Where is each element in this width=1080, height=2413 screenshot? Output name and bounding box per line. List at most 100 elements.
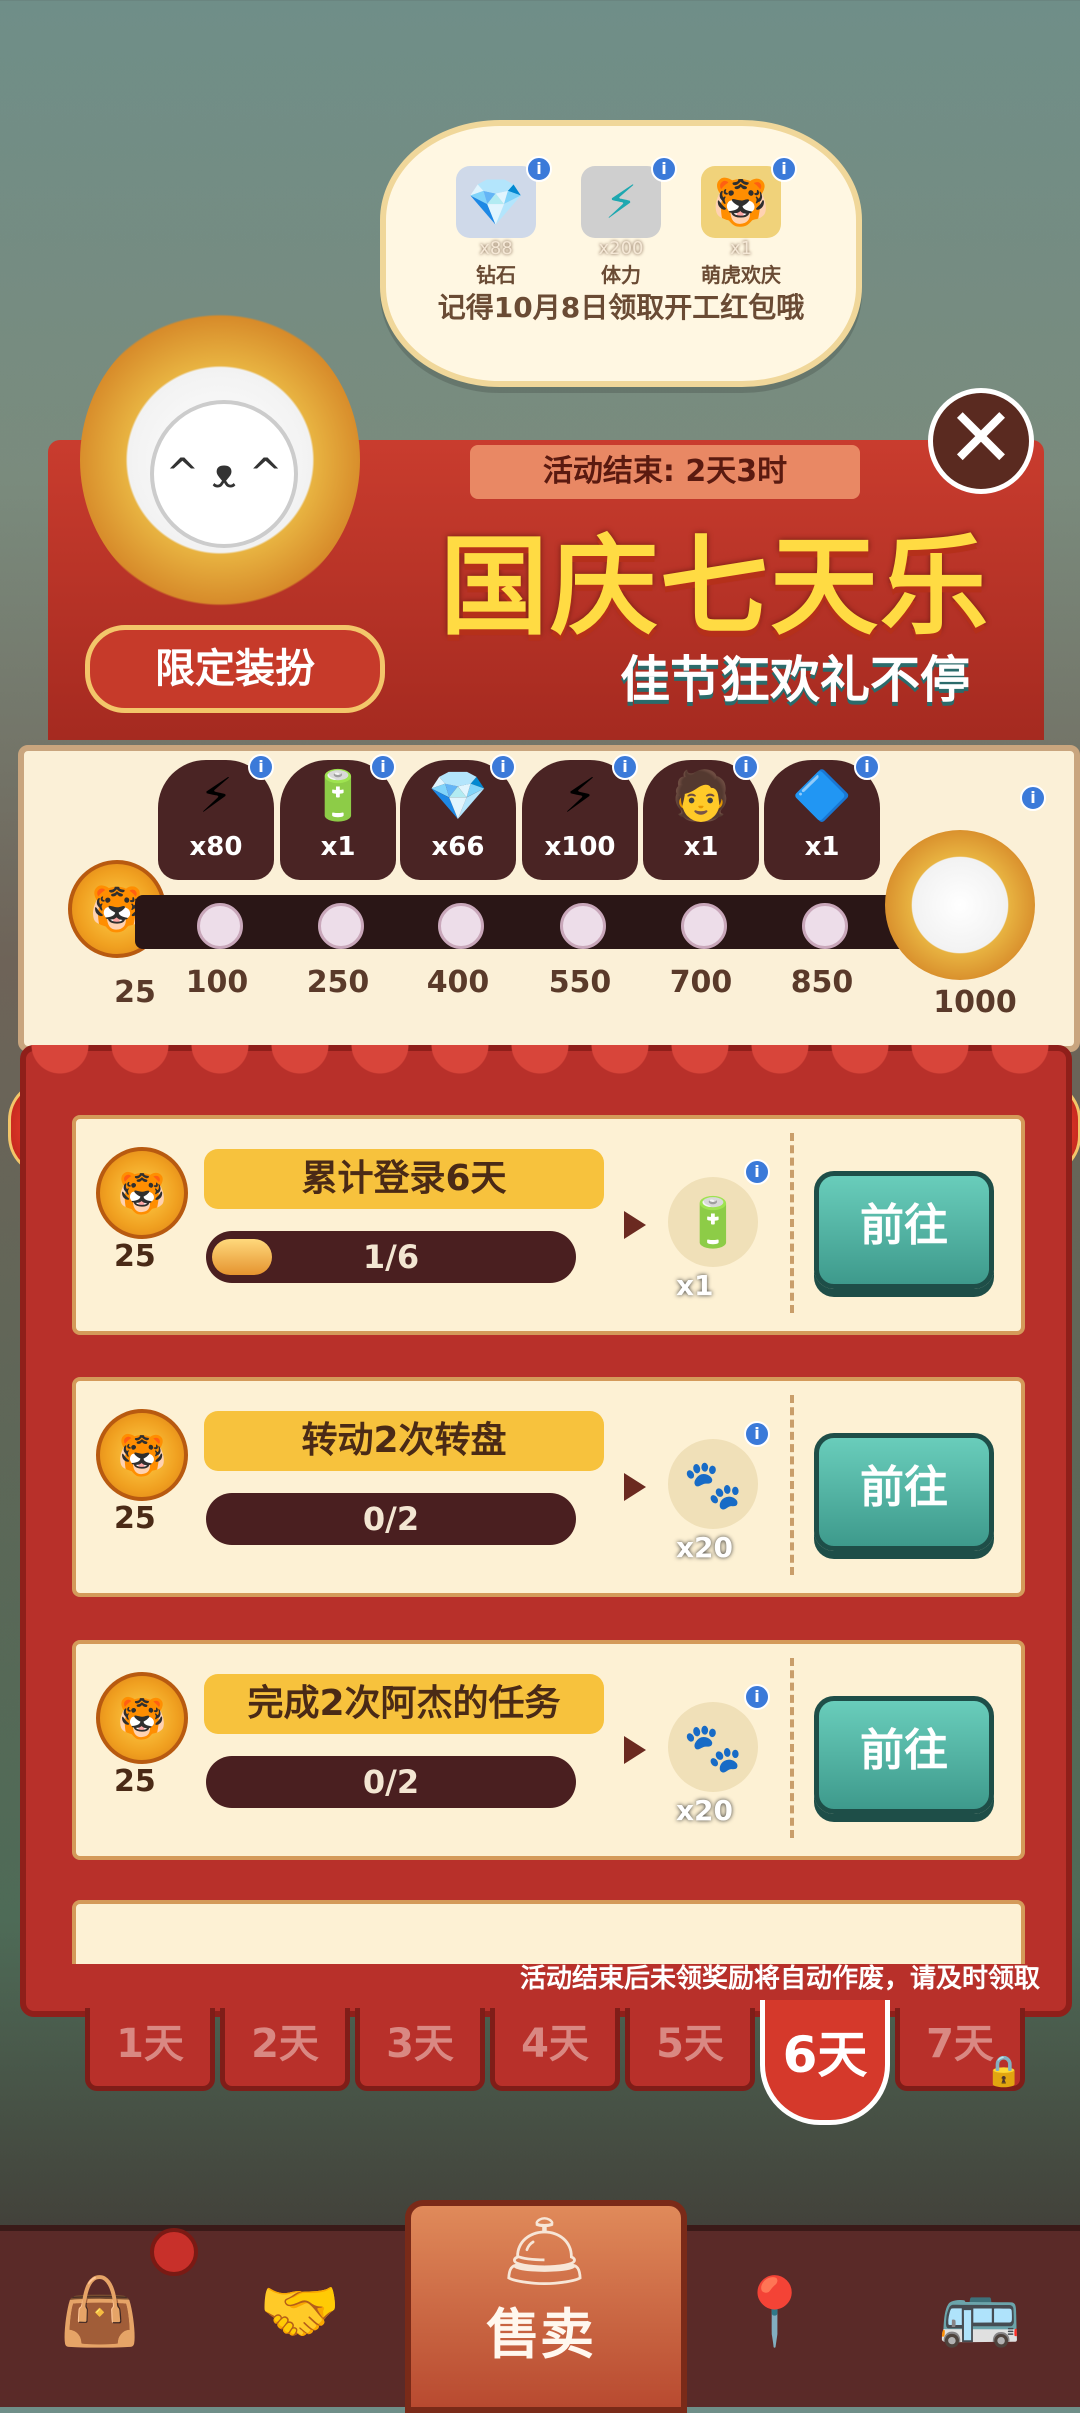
info-icon[interactable]: i <box>370 754 396 780</box>
slot-qty: x66 <box>431 832 485 862</box>
holiday-gift-bubble: 💎 x88 钻石 i ⚡ x200 体力 i 🐯 x1 萌虎欢庆 i 记得10月… <box>380 120 862 387</box>
track-reward-slot[interactable]: ⚡ x80 i <box>158 754 274 880</box>
event-title: 国庆七天乐 <box>440 525 991 650</box>
bubble-name: 体力 <box>601 263 641 287</box>
track-reward-slot[interactable]: ⚡ x100 i <box>522 754 638 880</box>
day-tab-3[interactable]: 3天 <box>355 2008 485 2091</box>
lock-icon: 🔒 <box>985 2054 1023 2089</box>
progress-text: 1/6 <box>362 1238 420 1276</box>
sell-tab-label: 售卖 <box>486 2303 594 2366</box>
reward-qty: x20 <box>676 1531 734 1564</box>
map-pin-icon[interactable]: 📍 <box>700 2252 850 2372</box>
info-icon[interactable]: i <box>526 156 552 182</box>
day-tab-4[interactable]: 4天 <box>490 2008 620 2091</box>
star-points-icon: 🐯 <box>96 1147 188 1239</box>
reward-qty: x1 <box>676 1269 714 1302</box>
event-end-time: 活动结束: 2天3时 <box>470 445 860 499</box>
track-node <box>681 903 727 949</box>
task-progress-bar: 0/2 <box>206 1756 576 1808</box>
progress-text: 0/2 <box>362 1763 420 1801</box>
cat-face: ^ ᴥ ^ <box>150 400 298 548</box>
threshold-label: 700 <box>669 965 733 1000</box>
bag-icon[interactable]: 👜 <box>25 2252 175 2372</box>
slot-qty: x100 <box>544 832 616 862</box>
track-node <box>802 903 848 949</box>
star-points-icon: 🐯 <box>96 1672 188 1764</box>
info-icon[interactable]: i <box>1020 785 1046 811</box>
final-threshold-label: 1000 <box>933 985 1017 1020</box>
energy-icon: ⚡ <box>581 166 661 238</box>
diamond-icon: 💎 <box>456 166 536 238</box>
progress-fill <box>212 1239 272 1275</box>
day-tab-6[interactable]: 6天 <box>760 2000 890 2125</box>
info-icon[interactable]: i <box>733 754 759 780</box>
bubble-qty: x200 <box>598 238 644 259</box>
info-icon[interactable]: i <box>744 1684 770 1710</box>
dashed-divider <box>790 1658 794 1838</box>
task-card: 🐯 25 累计登录6天 1/6 🔋 i x1 前往 <box>72 1115 1025 1335</box>
go-button[interactable]: 前往 <box>814 1433 994 1551</box>
event-subtitle: 佳节狂欢礼不停 <box>620 651 970 709</box>
task-points: 25 <box>114 1239 156 1274</box>
track-node <box>438 903 484 949</box>
track-node <box>318 903 364 949</box>
track-reward-slot[interactable]: 💎 x66 i <box>400 754 516 880</box>
bubble-note: 记得10月8日领取开工红包哦 <box>437 291 805 324</box>
info-icon[interactable]: i <box>248 754 274 780</box>
service-bell-icon: 🛎 <box>500 2210 589 2292</box>
go-button[interactable]: 前往 <box>814 1171 994 1289</box>
info-icon[interactable]: i <box>490 754 516 780</box>
slot-qty: x1 <box>683 832 719 862</box>
threshold-label: 250 <box>306 965 370 1000</box>
dashed-divider <box>790 1395 794 1575</box>
bubble-name: 钻石 <box>476 263 516 287</box>
threshold-label: 100 <box>185 965 249 1000</box>
day-tab-5[interactable]: 5天 <box>625 2008 755 2091</box>
tiger-costume-icon: 🐯 <box>701 166 781 238</box>
slot-qty: x1 <box>804 832 840 862</box>
arrow-right-icon <box>624 1736 646 1764</box>
reward-qty: x20 <box>676 1794 734 1827</box>
bubble-item-costume: 🐯 x1 萌虎欢庆 i <box>686 156 797 288</box>
info-icon[interactable]: i <box>744 1159 770 1185</box>
info-icon[interactable]: i <box>771 156 797 182</box>
bubble-name: 萌虎欢庆 <box>701 263 781 287</box>
close-button[interactable]: ✕ <box>928 388 1034 494</box>
paw-coin-icon: 🐾 <box>668 1702 758 1792</box>
slot-qty: x80 <box>189 832 243 862</box>
track-reward-slot[interactable]: 🔋 x1 i <box>280 754 396 880</box>
info-icon[interactable]: i <box>744 1421 770 1447</box>
day-tab-1[interactable]: 1天 <box>85 2008 215 2091</box>
task-progress-bar: 1/6 <box>206 1231 576 1283</box>
info-icon[interactable]: i <box>612 754 638 780</box>
battery-icon: 🔋 <box>668 1177 758 1267</box>
track-reward-slot[interactable]: 🔷 x1 i <box>764 754 880 880</box>
go-button[interactable]: 前往 <box>814 1696 994 1814</box>
star-points-icon: 🐯 <box>96 1409 188 1501</box>
bus-icon[interactable]: 🚌 <box>905 2252 1055 2372</box>
bubble-qty: x1 <box>729 238 753 259</box>
bubble-item-energy: ⚡ x200 体力 i <box>566 156 677 288</box>
threshold-label: 400 <box>426 965 490 1000</box>
progress-text: 0/2 <box>362 1500 420 1538</box>
notification-dot <box>150 2228 198 2276</box>
track-node <box>197 903 243 949</box>
expiry-footnote: 活动结束后未领奖励将自动作废，请及时领取 <box>519 1964 1040 1994</box>
task-card: 🐯 25 转动2次转盘 0/2 🐾 i x20 前往 <box>72 1377 1025 1597</box>
limited-costume-badge[interactable]: 限定装扮 <box>85 625 385 713</box>
task-title: 完成2次阿杰的任务 <box>204 1674 604 1734</box>
info-icon[interactable]: i <box>651 156 677 182</box>
handshake-icon[interactable]: 🤝 <box>225 2252 375 2372</box>
task-points: 25 <box>114 1764 156 1799</box>
final-reward-mascot[interactable] <box>885 830 1035 980</box>
task-title: 累计登录6天 <box>204 1149 604 1209</box>
track-reward-slot[interactable]: 🧑 x1 i <box>643 754 759 880</box>
task-card-partial <box>72 1900 1025 1964</box>
threshold-label: 550 <box>548 965 612 1000</box>
bubble-item-diamond: 💎 x88 钻石 i <box>441 156 552 288</box>
info-icon[interactable]: i <box>854 754 880 780</box>
day-tab-2[interactable]: 2天 <box>220 2008 350 2091</box>
threshold-label: 850 <box>790 965 854 1000</box>
task-progress-bar: 0/2 <box>206 1493 576 1545</box>
dashed-divider <box>790 1133 794 1313</box>
